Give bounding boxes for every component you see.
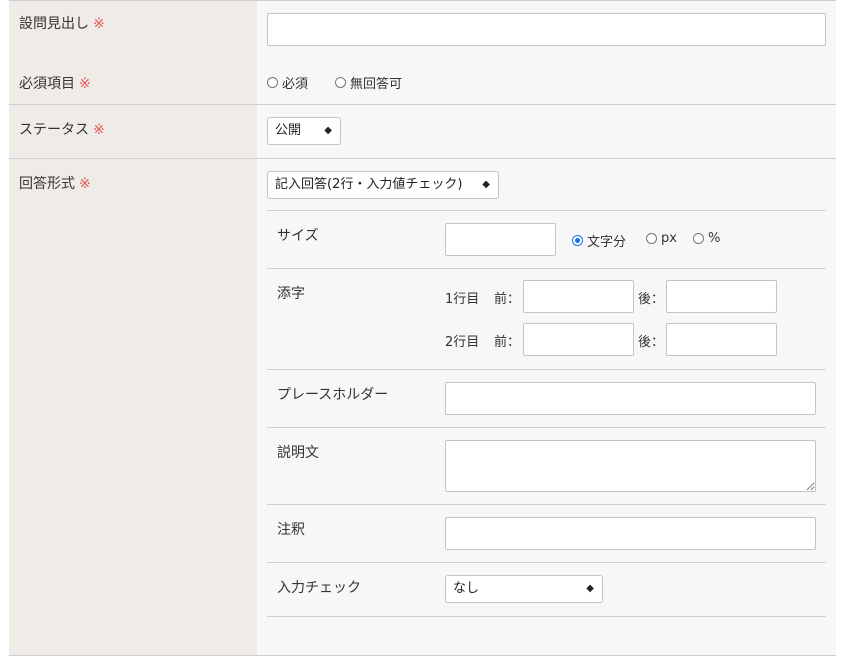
status-selected: 公開 [275, 123, 302, 138]
subrow-placeholder: プレースホルダー [267, 370, 826, 428]
required-mark: ※ [93, 16, 105, 32]
answer-format-label: 回答形式 [19, 176, 75, 192]
radio-unit-chars[interactable]: 文字分 [572, 231, 626, 250]
heading-label: 設問見出し [19, 16, 89, 32]
description-textarea[interactable] [445, 440, 816, 492]
required-mark: ※ [79, 76, 91, 92]
row-status: ステータス ※ 公開 ◆ [9, 105, 836, 159]
answer-format-selected: 記入回答(2行・入力値チェック) [275, 177, 463, 192]
placeholder-label: プレースホルダー [277, 387, 389, 403]
affix-row2-before-label: 前： [494, 335, 521, 350]
radio-optional[interactable]: 無回答可 [335, 73, 402, 92]
required-mark: ※ [93, 122, 105, 138]
row-heading: 設問見出し ※ [9, 0, 836, 60]
note-label: 注釈 [277, 522, 305, 538]
required-mark: ※ [79, 176, 91, 192]
radio-button[interactable] [335, 77, 346, 88]
row-status-label-cell: ステータス ※ [9, 105, 257, 158]
subrow-note: 注釈 [267, 505, 826, 563]
placeholder-input[interactable] [445, 382, 816, 415]
row-status-value-cell: 公開 ◆ [257, 105, 836, 158]
affix-row2-after-label: 後： [638, 335, 665, 350]
row-required: 必須項目 ※ 必須 無回答可 [9, 59, 836, 105]
unit-chars-label: 文字分 [587, 235, 627, 250]
radio-required-label: 必須 [282, 77, 309, 92]
radio-button[interactable] [693, 233, 704, 244]
row-answer-format: 回答形式 ※ 記入回答(2行・入力値チェック) ◆ サイズ 文字分 px % 添字… [9, 159, 836, 656]
status-select[interactable]: 公開 ◆ [267, 117, 341, 145]
radio-optional-label: 無回答可 [350, 77, 403, 92]
select-arrows-icon: ◆ [482, 179, 490, 190]
radio-unit-px[interactable]: px [646, 231, 677, 246]
input-check-select[interactable]: なし ◆ [445, 575, 603, 603]
input-check-label: 入力チェック [277, 580, 361, 596]
select-arrows-icon: ◆ [324, 125, 332, 136]
affix-row2-after-input[interactable] [666, 323, 777, 356]
note-input[interactable] [445, 517, 816, 550]
affix-row1-before-label: 前： [494, 292, 521, 307]
answer-format-select[interactable]: 記入回答(2行・入力値チェック) ◆ [267, 171, 499, 199]
row-heading-value-cell [257, 1, 836, 59]
subrow-input-check: 入力チェック なし ◆ [267, 563, 826, 617]
affix-row1-after-input[interactable] [666, 280, 777, 313]
row-answer-format-label-cell: 回答形式 ※ [9, 159, 257, 655]
input-check-selected: なし [453, 581, 480, 596]
radio-button[interactable] [572, 235, 583, 246]
affix-row2-label: 2行目 [445, 335, 480, 350]
status-label: ステータス [19, 122, 89, 138]
radio-unit-percent[interactable]: % [693, 231, 720, 246]
size-label: サイズ [277, 228, 319, 244]
row-answer-format-value-cell: 記入回答(2行・入力値チェック) ◆ サイズ 文字分 px % 添字 1行目 前… [257, 159, 836, 655]
radio-button[interactable] [646, 233, 657, 244]
unit-px-label: px [661, 231, 677, 246]
subrow-description: 説明文 [267, 428, 826, 505]
affix-row1-after-label: 後： [638, 292, 665, 307]
affix-label: 添字 [277, 286, 305, 302]
row-heading-label-cell: 設問見出し ※ [9, 1, 257, 59]
radio-button[interactable] [267, 77, 278, 88]
radio-required[interactable]: 必須 [267, 73, 308, 92]
required-label: 必須項目 [19, 76, 75, 92]
subrow-affix: 添字 1行目 前： 後： 2行目 前： 後： [267, 269, 826, 370]
heading-input[interactable] [267, 13, 826, 46]
unit-percent-label: % [708, 231, 721, 246]
select-arrows-icon: ◆ [586, 583, 594, 594]
size-input[interactable] [445, 223, 556, 256]
row-required-label-cell: 必須項目 ※ [9, 59, 257, 104]
row-required-value-cell: 必須 無回答可 [257, 59, 836, 104]
affix-row1-before-input[interactable] [523, 280, 634, 313]
affix-row2-before-input[interactable] [523, 323, 634, 356]
question-form: 設問見出し ※ 必須項目 ※ 必須 無回答可 ステータス ※ 公開 ◆ 回答形式 ※ [9, 0, 836, 657]
description-label: 説明文 [277, 445, 319, 461]
subrow-size: サイズ 文字分 px % [267, 211, 826, 269]
affix-row1-label: 1行目 [445, 292, 480, 307]
